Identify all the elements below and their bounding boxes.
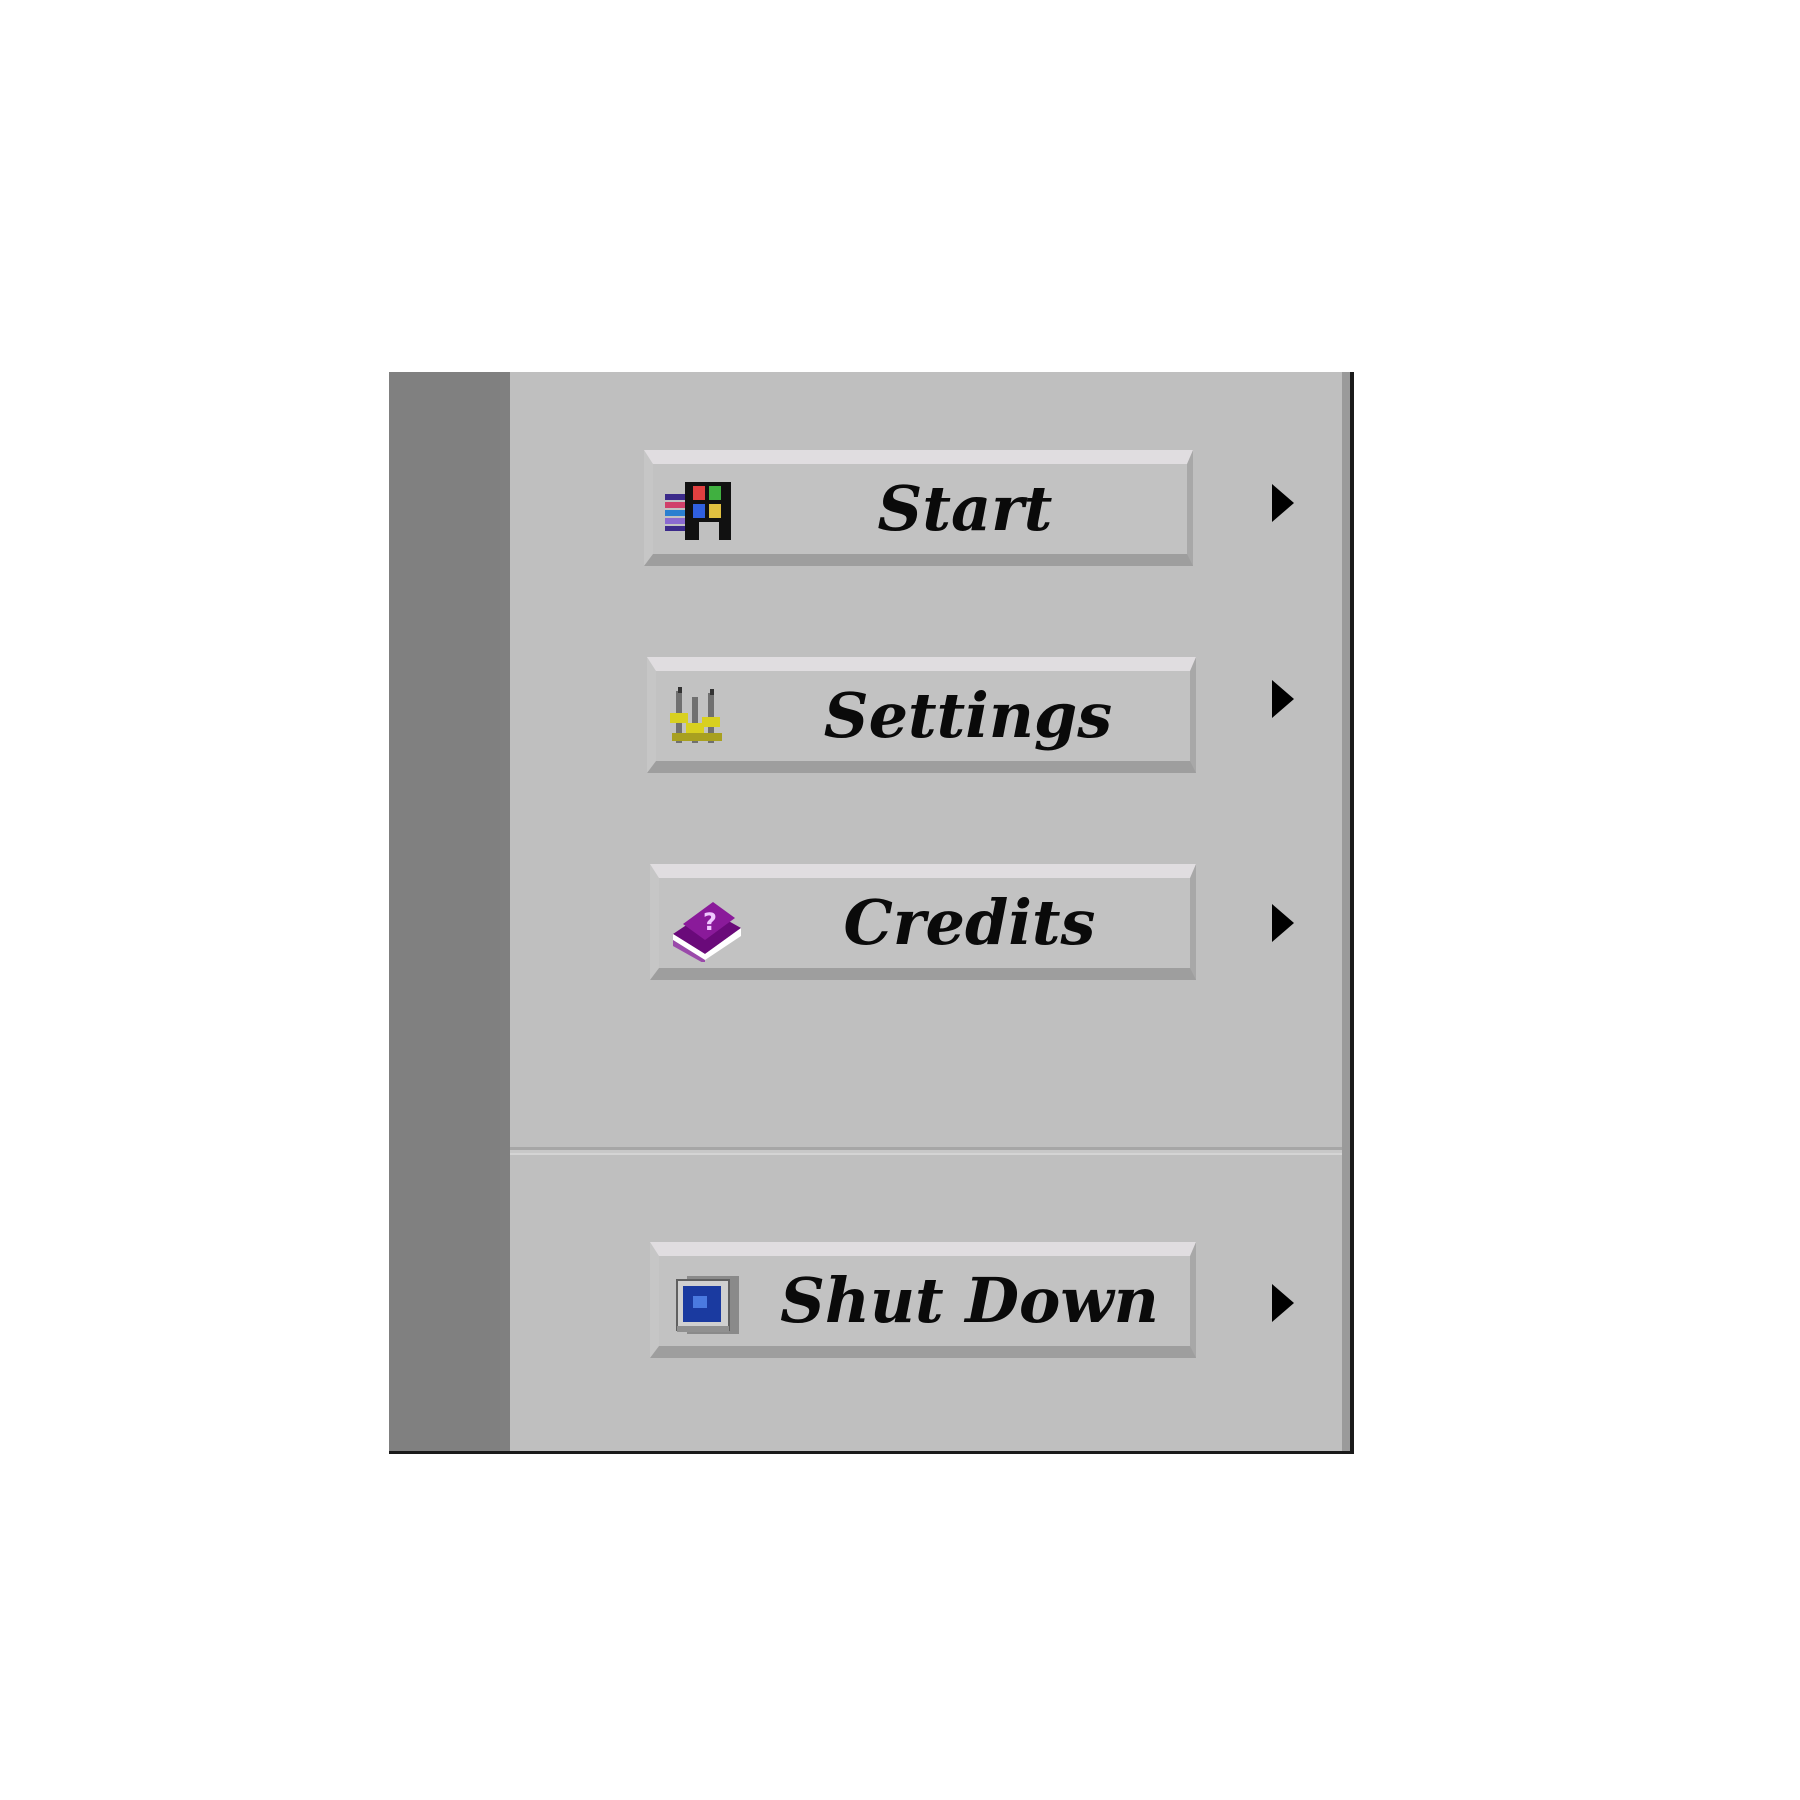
settings-menu-item-label: Settings (823, 679, 1113, 752)
start-menu-panel: Start Settings ? Credits Shut Down (389, 372, 1354, 1454)
credits-menu-item-label: Credits (843, 886, 1096, 959)
menu-side-strip (389, 372, 510, 1451)
menu-separator (510, 1147, 1342, 1155)
shut-down-menu-item[interactable]: Shut Down (650, 1242, 1196, 1358)
start-submenu-arrow-icon[interactable] (1272, 484, 1294, 522)
start-menu-item-label: Start (877, 472, 1053, 545)
programs-icon (659, 476, 737, 544)
settings-menu-item[interactable]: Settings (647, 657, 1196, 773)
credits-submenu-arrow-icon[interactable] (1272, 904, 1294, 942)
settings-submenu-arrow-icon[interactable] (1272, 680, 1294, 718)
credits-menu-item[interactable]: ? Credits (650, 864, 1196, 980)
svg-text:?: ? (703, 908, 717, 936)
help-book-icon: ? (665, 890, 743, 964)
start-menu-item[interactable]: Start (644, 450, 1193, 566)
menu-right-edge (1342, 372, 1350, 1451)
shut-down-submenu-arrow-icon[interactable] (1272, 1284, 1294, 1322)
shut-down-menu-item-label: Shut Down (780, 1264, 1159, 1337)
settings-icon (662, 683, 740, 751)
shutdown-computer-icon (665, 1268, 743, 1336)
